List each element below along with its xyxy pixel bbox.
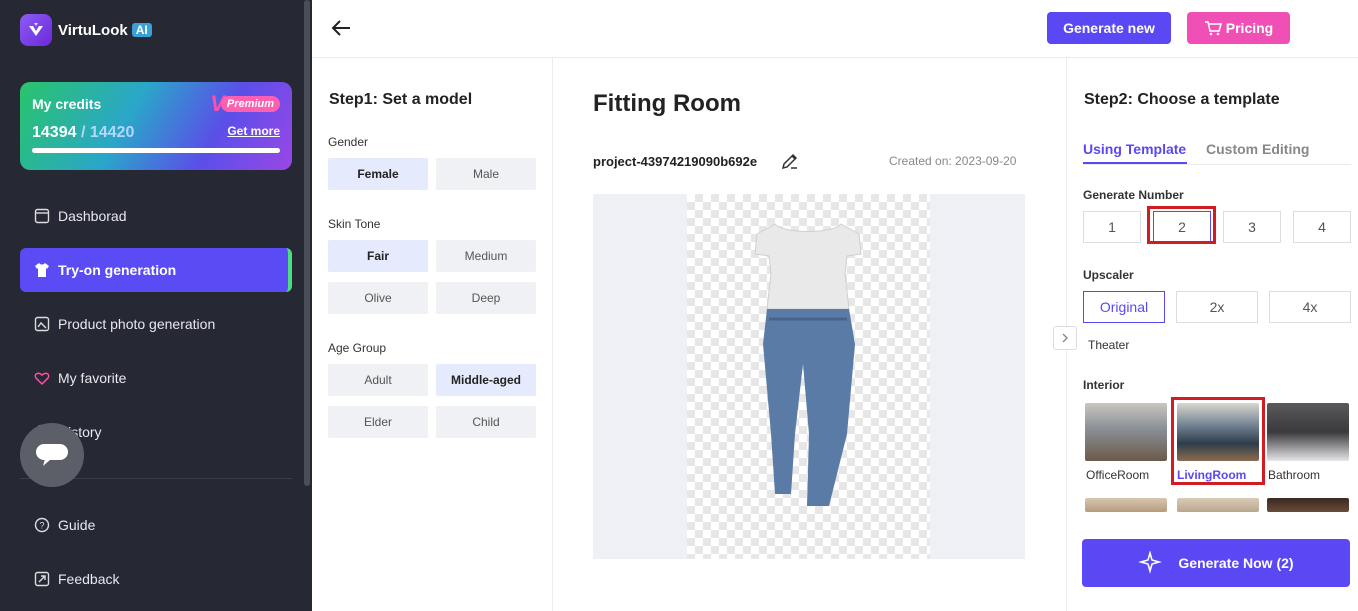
template-bathroom-label: Bathroom <box>1268 468 1321 482</box>
sidebar-item-label: Dashborad <box>58 208 127 224</box>
chevron-right-icon <box>1062 333 1068 343</box>
sidebar-item-label: Guide <box>58 517 96 533</box>
heart-icon <box>34 372 50 386</box>
template-more-thumb[interactable] <box>1267 498 1349 512</box>
cart-icon <box>1204 21 1222 36</box>
skin-tone-label: Skin Tone <box>328 217 381 231</box>
credits-separator: / <box>76 124 90 141</box>
generate-new-button[interactable]: Generate new <box>1047 12 1171 44</box>
sidebar-item-guide[interactable]: ? Guide <box>20 503 292 547</box>
dashboard-icon <box>34 208 50 224</box>
credits-count: 14394 / 14420 <box>32 124 134 142</box>
feedback-icon <box>34 571 50 587</box>
upscaler-label: Upscaler <box>1083 268 1134 282</box>
gender-male-option[interactable]: Male <box>436 158 536 190</box>
upscaler-2x[interactable]: 2x <box>1176 291 1258 323</box>
generate-number-4[interactable]: 4 <box>1293 211 1351 243</box>
upscaler-4x[interactable]: 4x <box>1269 291 1351 323</box>
sidebar-item-product-photo[interactable]: Product photo generation <box>20 302 292 346</box>
step2-panel: Step2: Choose a template Using Template … <box>1066 58 1358 611</box>
pricing-label: Pricing <box>1225 20 1274 36</box>
sidebar-item-feedback[interactable]: Feedback <box>20 557 292 601</box>
tab-using-template[interactable]: Using Template <box>1083 141 1186 157</box>
collapse-panel-button[interactable] <box>1053 326 1077 350</box>
credits-card: My credits V Premium 14394 / 14420 Get m… <box>20 82 292 170</box>
age-elder-option[interactable]: Elder <box>328 406 428 438</box>
template-officeroom-label: OfficeRoom <box>1086 468 1150 482</box>
image-icon <box>34 316 50 332</box>
generate-now-label: Generate Now (2) <box>1178 555 1294 571</box>
template-more-thumb[interactable] <box>1177 498 1259 512</box>
tab-active-underline <box>1083 162 1187 164</box>
virtulook-logo-icon <box>20 14 52 46</box>
generate-number-3[interactable]: 3 <box>1223 211 1281 243</box>
credits-title: My credits <box>32 96 102 112</box>
app-logo[interactable]: VirtuLook AI <box>20 14 152 46</box>
page-title: Fitting Room <box>593 90 741 117</box>
highlight-box-livingroom <box>1171 397 1265 485</box>
generate-number-label: Generate Number <box>1083 188 1184 202</box>
tab-divider <box>1083 164 1351 165</box>
created-date: Created on: 2023-09-20 <box>889 154 1017 168</box>
premium-badge: V Premium <box>210 93 280 115</box>
sidebar-item-try-on[interactable]: Try-on generation <box>20 248 292 292</box>
svg-text:?: ? <box>39 521 44 531</box>
question-icon: ? <box>34 517 50 533</box>
get-more-link[interactable]: Get more <box>227 124 280 138</box>
generate-number-1[interactable]: 1 <box>1083 211 1141 243</box>
age-adult-option[interactable]: Adult <box>328 364 428 396</box>
edit-pencil-icon[interactable] <box>780 151 800 171</box>
gender-label: Gender <box>328 135 369 149</box>
chat-icon <box>36 444 68 466</box>
project-name: project-43974219090b692e <box>593 154 758 169</box>
skin-deep-option[interactable]: Deep <box>436 282 536 314</box>
generate-now-button[interactable]: Generate Now (2) <box>1082 539 1350 587</box>
age-middle-aged-option[interactable]: Middle-aged <box>436 364 536 396</box>
sidebar-item-label: Try-on generation <box>58 262 177 278</box>
sidebar: VirtuLook AI My credits V Premium 14394 … <box>0 0 312 611</box>
credits-used: 14394 <box>32 124 77 141</box>
theater-category-label: Theater <box>1088 338 1130 352</box>
credits-progress-bar <box>32 148 280 153</box>
garment-image <box>754 223 862 506</box>
sparkle-icon <box>1138 551 1163 574</box>
pricing-button[interactable]: Pricing <box>1187 12 1290 44</box>
step1-panel: Step1: Set a model Gender Female Male Sk… <box>312 58 553 611</box>
tshirt-icon <box>35 263 49 277</box>
sidebar-item-dashboard[interactable]: Dashborad <box>20 194 292 238</box>
chat-support-button[interactable] <box>20 423 84 487</box>
highlight-box <box>1147 206 1216 244</box>
step1-title: Step1: Set a model <box>329 91 473 108</box>
credits-total: 14420 <box>89 124 135 141</box>
sidebar-scrollbar[interactable] <box>304 0 310 486</box>
sidebar-item-favorite[interactable]: My favorite <box>20 356 292 400</box>
skin-olive-option[interactable]: Olive <box>328 282 428 314</box>
skin-fair-option[interactable]: Fair <box>328 240 428 272</box>
upscaler-original[interactable]: Original <box>1083 291 1165 323</box>
app-name: VirtuLook <box>58 21 128 39</box>
sidebar-item-label: My favorite <box>58 370 127 386</box>
interior-label: Interior <box>1083 378 1125 392</box>
garment-preview <box>593 194 1025 559</box>
sidebar-item-label: Feedback <box>58 571 120 587</box>
step2-title: Step2: Choose a template <box>1084 91 1280 108</box>
tab-custom-editing[interactable]: Custom Editing <box>1206 141 1309 157</box>
template-bathroom-thumb[interactable] <box>1267 403 1349 461</box>
template-more-thumb[interactable] <box>1085 498 1167 512</box>
back-arrow-icon[interactable] <box>330 16 354 40</box>
age-child-option[interactable]: Child <box>436 406 536 438</box>
skin-medium-option[interactable]: Medium <box>436 240 536 272</box>
sidebar-item-label: Product photo generation <box>58 316 216 332</box>
transparent-background <box>687 194 930 559</box>
credits-progress-fill <box>32 148 280 153</box>
age-group-label: Age Group <box>328 341 387 355</box>
template-officeroom-thumb[interactable] <box>1085 403 1167 461</box>
premium-label: Premium <box>220 96 280 112</box>
ai-badge: AI <box>131 23 152 37</box>
gender-female-option[interactable]: Female <box>328 158 428 190</box>
